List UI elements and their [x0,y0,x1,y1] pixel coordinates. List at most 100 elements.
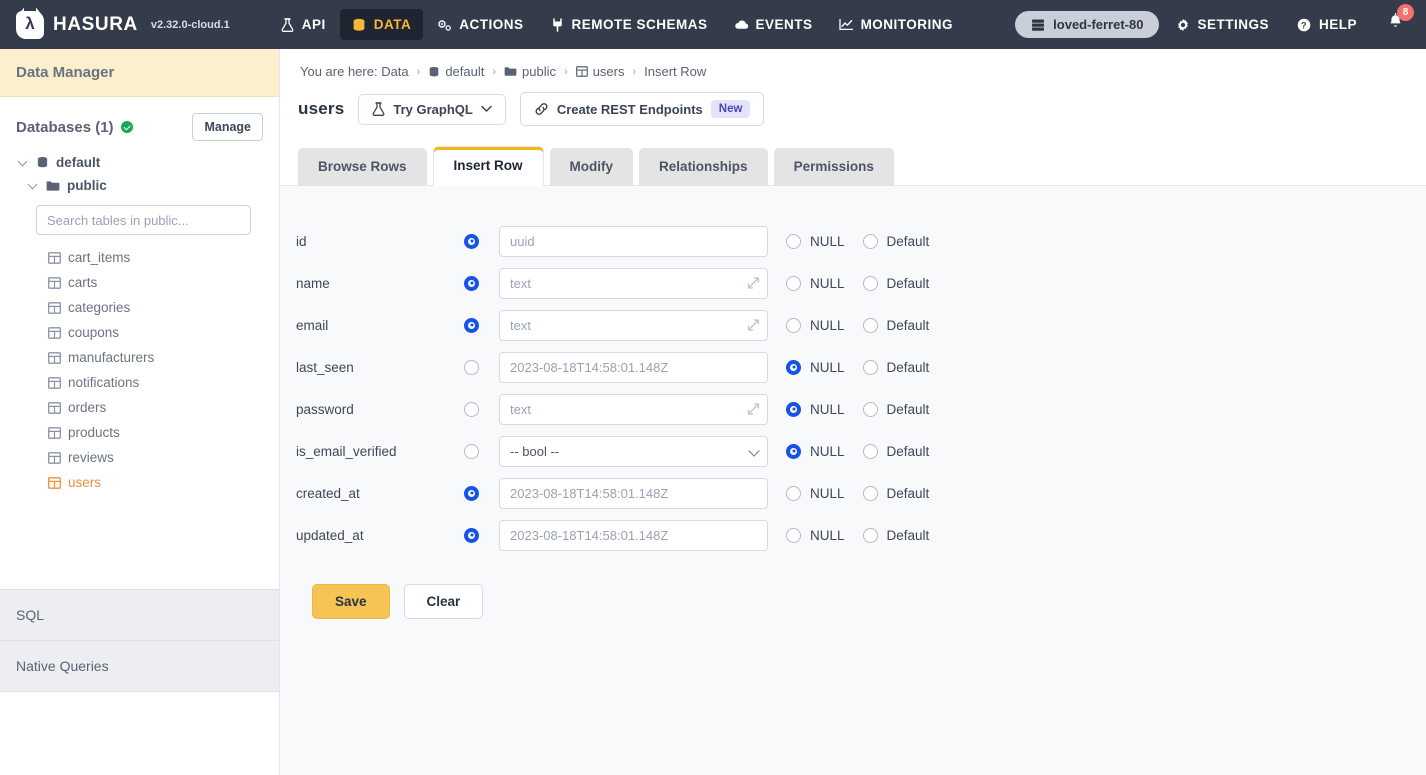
nav-item-help[interactable]: ? HELP [1285,9,1369,40]
try-graphql-label: Try GraphQL [393,102,472,117]
field-input-updated_at[interactable] [499,520,768,551]
null-option-id[interactable]: NULL [786,234,845,249]
project-selector[interactable]: loved-ferret-80 [1015,11,1159,38]
sidebar-item-sql[interactable]: SQL [0,589,279,640]
breadcrumb-item-public[interactable]: public [504,64,556,79]
default-radio-created_at[interactable] [863,486,878,501]
table-item-reviews[interactable]: reviews [0,445,279,470]
expand-icon[interactable] [747,403,760,416]
null-radio-id[interactable] [786,234,801,249]
table-item-carts[interactable]: carts [0,270,279,295]
sidebar-item-native-queries[interactable]: Native Queries [0,640,279,692]
null-option-password[interactable]: NULL [786,402,845,417]
breadcrumb-label: default [445,64,484,79]
default-radio-id[interactable] [863,234,878,249]
field-select-is_email_verified[interactable]: -- bool -- true false [499,436,768,467]
nav-item-data[interactable]: DATA [340,9,424,40]
breadcrumb-item-default[interactable]: default [428,64,484,79]
default-radio-updated_at[interactable] [863,528,878,543]
field-input-name[interactable] [499,268,768,299]
table-item-products[interactable]: products [0,420,279,445]
null-option-created_at[interactable]: NULL [786,486,845,501]
sidebar-database-default[interactable]: default [0,151,279,174]
expand-icon[interactable] [747,319,760,332]
value-radio-name[interactable] [464,276,479,291]
nav-item-events[interactable]: EVENTS [722,9,825,40]
status-ok-icon [121,121,133,133]
notifications-button[interactable]: 8 [1373,5,1414,44]
null-option-last_seen[interactable]: NULL [786,360,845,375]
table-item-orders[interactable]: orders [0,395,279,420]
tab-modify[interactable]: Modify [550,148,634,186]
chevron-down-icon[interactable] [28,180,39,191]
table-item-coupons[interactable]: coupons [0,320,279,345]
save-button[interactable]: Save [312,584,390,619]
null-radio-password[interactable] [786,402,801,417]
value-radio-created_at[interactable] [464,486,479,501]
field-input-created_at[interactable] [499,478,768,509]
field-input-email[interactable] [499,310,768,341]
tab-insert-row[interactable]: Insert Row [433,146,544,186]
create-rest-endpoints-button[interactable]: Create REST Endpoints New [520,92,765,126]
default-option-password[interactable]: Default [863,402,930,417]
field-input-password[interactable] [499,394,768,425]
null-radio-is_email_verified[interactable] [786,444,801,459]
default-radio-is_email_verified[interactable] [863,444,878,459]
table-item-cart_items[interactable]: cart_items [0,245,279,270]
try-graphql-button[interactable]: Try GraphQL [358,94,505,125]
value-radio-updated_at[interactable] [464,528,479,543]
null-option-updated_at[interactable]: NULL [786,528,845,543]
table-list: cart_items carts categories coupons manu… [0,241,279,505]
value-radio-is_email_verified[interactable] [464,444,479,459]
null-option-name[interactable]: NULL [786,276,845,291]
nav-item-actions[interactable]: ACTIONS [425,9,535,40]
field-input-last_seen[interactable] [499,352,768,383]
default-option-id[interactable]: Default [863,234,930,249]
default-option-last_seen[interactable]: Default [863,360,930,375]
tab-browse-rows[interactable]: Browse Rows [298,148,427,186]
breadcrumb-item-users[interactable]: users [576,64,625,79]
default-option-name[interactable]: Default [863,276,930,291]
value-radio-last_seen[interactable] [464,360,479,375]
default-option-updated_at[interactable]: Default [863,528,930,543]
search-tables-input[interactable] [36,205,251,235]
brand-logo[interactable]: λ HASURA v2.32.0-cloud.1 [16,11,230,39]
null-radio-updated_at[interactable] [786,528,801,543]
default-option-is_email_verified[interactable]: Default [863,444,930,459]
table-item-categories[interactable]: categories [0,295,279,320]
nav-item-monitoring[interactable]: MONITORING [827,9,966,40]
manage-databases-button[interactable]: Manage [192,113,263,141]
value-radio-id[interactable] [464,234,479,249]
field-options-is_email_verified: NULL Default [786,444,929,459]
clear-button[interactable]: Clear [404,584,484,619]
default-option-email[interactable]: Default [863,318,930,333]
default-option-created_at[interactable]: Default [863,486,930,501]
default-radio-email[interactable] [863,318,878,333]
default-radio-name[interactable] [863,276,878,291]
nav-label-actions: ACTIONS [459,17,523,32]
sidebar-schema-public[interactable]: public [0,174,279,197]
null-label: NULL [810,528,845,543]
tab-relationships[interactable]: Relationships [639,148,768,186]
default-radio-last_seen[interactable] [863,360,878,375]
expand-icon[interactable] [747,277,760,290]
value-radio-password[interactable] [464,402,479,417]
default-radio-password[interactable] [863,402,878,417]
table-item-users[interactable]: users [0,470,279,495]
table-item-notifications[interactable]: notifications [0,370,279,395]
nav-item-api[interactable]: API [268,9,338,40]
null-radio-last_seen[interactable] [786,360,801,375]
chevron-down-icon[interactable] [18,157,29,168]
null-option-is_email_verified[interactable]: NULL [786,444,845,459]
field-input-id[interactable] [499,226,768,257]
tab-permissions[interactable]: Permissions [774,148,894,186]
value-radio-email[interactable] [464,318,479,333]
nav-item-settings[interactable]: SETTINGS [1163,9,1281,40]
nav-item-remote-schemas[interactable]: REMOTE SCHEMAS [538,9,720,40]
table-icon [48,477,61,489]
null-radio-created_at[interactable] [786,486,801,501]
null-option-email[interactable]: NULL [786,318,845,333]
null-radio-name[interactable] [786,276,801,291]
null-radio-email[interactable] [786,318,801,333]
table-item-manufacturers[interactable]: manufacturers [0,345,279,370]
